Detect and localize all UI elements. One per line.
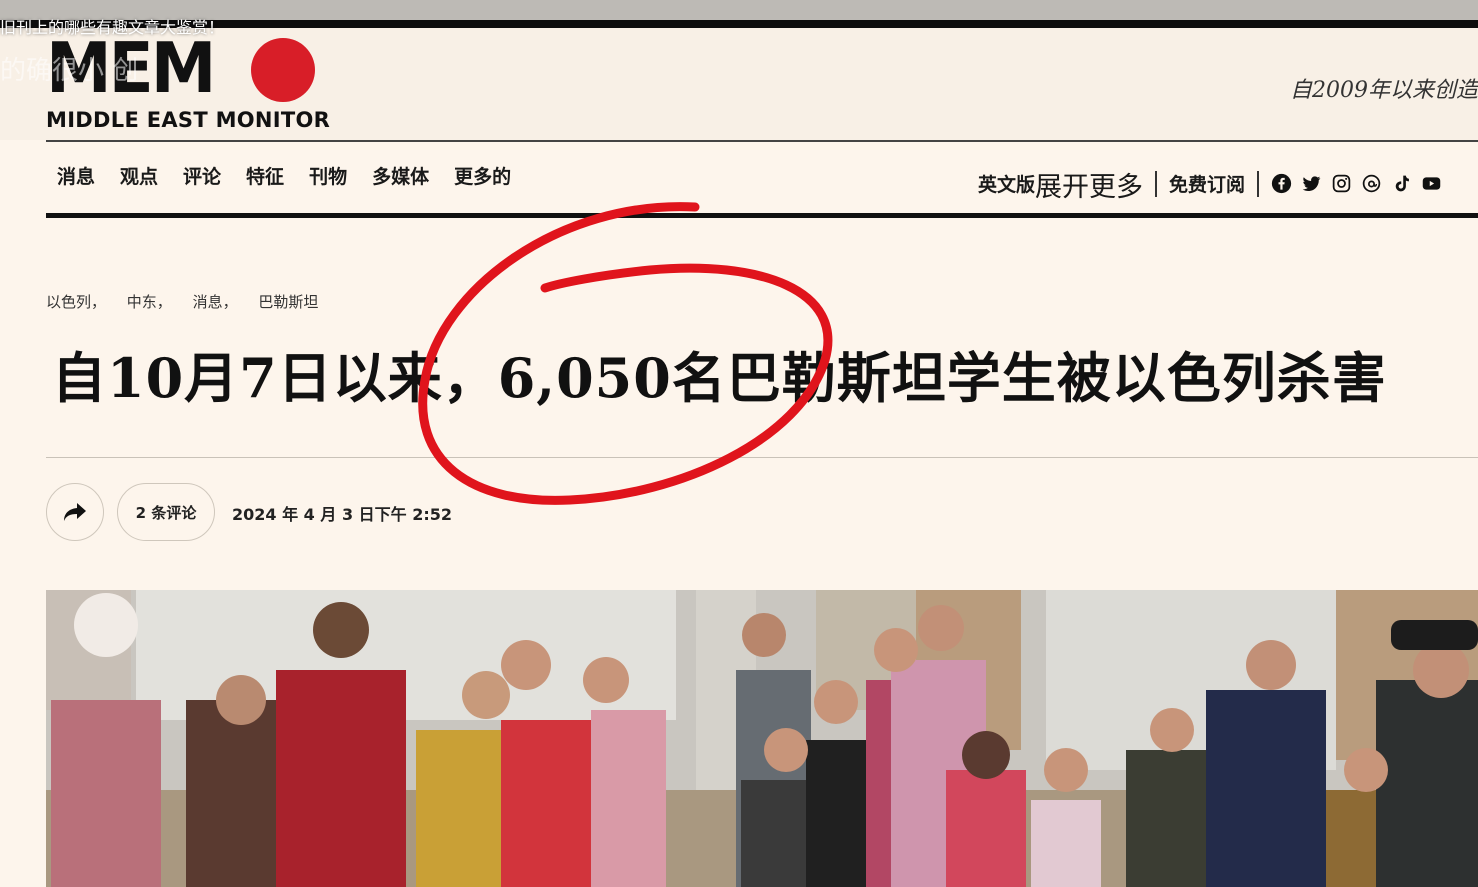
tag-link[interactable]: 以色列， xyxy=(46,293,106,311)
article-photo xyxy=(46,590,1478,887)
tag-link[interactable]: 中东， xyxy=(127,293,172,311)
video-overlay-subtitle: 的确很小 创 xyxy=(0,56,139,86)
tag-link[interactable]: 巴勒斯坦 xyxy=(258,293,318,311)
nav-separator xyxy=(1257,170,1260,197)
expand-more-button[interactable]: 展开更多 xyxy=(1035,165,1143,204)
share-button[interactable] xyxy=(46,483,104,541)
youtube-icon[interactable] xyxy=(1421,173,1442,194)
tiktok-icon[interactable] xyxy=(1391,173,1412,194)
facebook-icon[interactable] xyxy=(1271,173,1292,194)
video-overlay-title: 旧刊上的哪些有趣文章大鉴赏！ xyxy=(0,18,225,37)
header-divider xyxy=(46,140,1478,142)
nav-item-publications[interactable]: 刊物 xyxy=(309,162,347,194)
logo-red-circle-icon xyxy=(251,38,315,102)
social-links xyxy=(1271,173,1442,194)
threads-icon[interactable] xyxy=(1361,173,1382,194)
nav-item-multimedia[interactable]: 多媒体 xyxy=(372,162,429,194)
nav-item-opinion[interactable]: 观点 xyxy=(120,162,158,194)
nav-item-more[interactable]: 更多的 xyxy=(454,162,511,194)
share-arrow-icon xyxy=(64,503,86,521)
site-tagline: 自2009年以来创造 xyxy=(1290,78,1478,103)
subscribe-link[interactable]: 免费订阅 xyxy=(1169,170,1245,197)
main-nav: 消息 观点 评论 特征 刊物 多媒体 更多的 xyxy=(46,162,525,194)
article-headline: 自10月7日以来，6,050名巴勒斯坦学生被以色列杀害 xyxy=(52,346,1387,410)
comments-button[interactable]: 2 条评论 xyxy=(117,483,215,541)
logo-subtitle: MIDDLE EAST MONITOR xyxy=(46,108,331,132)
article-tags: 以色列， 中东， 消息， 巴勒斯坦 xyxy=(46,291,334,312)
twitter-icon[interactable] xyxy=(1301,173,1322,194)
nav-bottom-rule xyxy=(46,213,1478,218)
nav-item-news[interactable]: 消息 xyxy=(57,162,95,194)
tag-link[interactable]: 消息， xyxy=(193,293,238,311)
article-photo-image xyxy=(46,590,1478,887)
headline-divider xyxy=(46,457,1478,458)
nav-item-review[interactable]: 评论 xyxy=(183,162,221,194)
nav-item-features[interactable]: 特征 xyxy=(246,162,284,194)
nav-right: 英文版 展开更多 免费订阅 xyxy=(978,163,1442,204)
nav-separator xyxy=(1155,170,1158,197)
publish-date: 2024 年 4 月 3 日下午 2:52 xyxy=(232,505,453,524)
instagram-icon[interactable] xyxy=(1331,173,1352,194)
english-edition-link[interactable]: 英文版 xyxy=(978,170,1035,197)
